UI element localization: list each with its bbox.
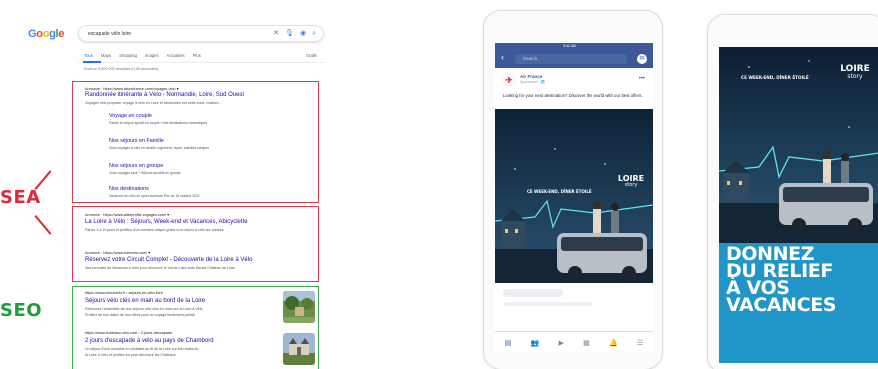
ad-title[interactable]: Réservez votre Circuit Complet - Découve… [85,257,252,263]
messenger-icon[interactable]: ✉ [637,54,647,64]
sitelink-desc: Vous voyagez seul ? Séjours sportifs en … [109,171,181,175]
search-input[interactable]: escapade vélo loire ✕ 🎙 ◉ ⌕ [78,25,324,42]
search-tabs: Tous Maps Shopping Images Actualités Plu… [84,53,317,58]
sitelink-desc: Vacances en vélo en sport aventure Prix … [109,194,200,198]
search-icon[interactable]: ⌕ [312,30,316,37]
google-logo[interactable]: Google [28,28,64,40]
story-headline: DONNEZ DU RELIEF À VOS VACANCES [726,245,837,316]
loire-story-logo: LOIRE story [616,175,646,188]
air-france-logo-icon[interactable]: ✈ [503,74,515,86]
headline-line: VACANCES [726,294,837,316]
organic-title[interactable]: 2 jours d'escapade à vélo au pays de Cha… [85,338,214,344]
facebook-top-bar: ‹ Search ✉ [495,50,653,68]
status-time: 9:41 AM [563,44,576,48]
result-thumbnail[interactable] [283,333,315,365]
organic-url[interactable]: https://www.chateaux-velo.com › 2-jours-… [85,331,172,335]
active-tab-indicator [83,61,101,63]
facebook-screen: 9:41 AM ‹ Search ✉ ✈ Air France Sponsore… [495,43,653,353]
advertiser-name[interactable]: Air France [520,74,545,79]
tab-maps[interactable]: Maps [101,53,111,58]
ad-title[interactable]: La Loire à Vélo : Séjours, Week-end et V… [85,219,248,225]
camera-icon[interactable]: ◉ [300,30,306,37]
post-text: Looking for your next destination? Disco… [503,93,643,98]
ad-title[interactable]: Randonnée itinérante à Vélo - Normandie,… [85,92,244,98]
sitelink-desc: Partez en séjour sportif en couple ! Nos… [109,121,208,125]
brand-line: story [847,73,863,80]
logo-letter: e [58,28,65,40]
menu-icon[interactable]: ☰ [637,339,643,347]
sitelink-title[interactable]: Nos destinations [109,186,149,192]
post-header: ✈ Air France Sponsored · 🌐 [503,74,545,86]
groups-icon[interactable]: 👥 [531,339,540,347]
brand-line: story [624,182,638,188]
ad-tagline: CE WEEK-END, DÎNER ÉTOILÉ [527,189,592,194]
organic-url[interactable]: https://www.loireavelo.fr › séjours-en-v… [85,291,163,295]
ad-description: Voyagez vélo proposer voyage à vélo en L… [85,101,222,105]
tab-more[interactable]: Plus [193,53,201,58]
sitelink-desc: Vous voyagez à vélo en famille Logement,… [109,146,209,150]
back-arrow-icon[interactable]: ‹ [501,52,504,62]
organic-description: la Loire à Vélo et profitez en pour déco… [85,353,176,357]
notifications-icon[interactable]: 🔔 [609,339,618,347]
more-options-icon[interactable]: ••• [639,76,645,82]
comment-placeholder [503,302,593,306]
post-footer: ▤ 👥 ▶ ▦ 🔔 ☰ [495,283,653,353]
garden-thumbnail-image [283,291,315,323]
ad-description: Partez 3 à 10 jours et profitez d'un mom… [85,228,224,232]
story-screen: CE WEEK-END, DÎNER ÉTOILÉ LOIRE story DO… [719,47,878,363]
tab-news[interactable]: Actualités [167,53,185,58]
close-icon[interactable]: ✕ [273,30,279,37]
result-count: Environ 5 600 000 résultats (0,45 second… [84,67,159,71]
tab-all[interactable]: Tous [84,53,93,58]
ad-url[interactable]: Annonce · https://www.aboutfrance.com/vo… [85,86,179,91]
watch-icon[interactable]: ▶ [559,339,564,347]
story-creative-image[interactable]: CE WEEK-END, DÎNER ÉTOILÉ LOIRE story [719,47,878,243]
sitelink-title[interactable]: Nos séjours en groupe [109,163,163,169]
organic-description: Profitez de nos dates de nos offres pour… [85,313,195,317]
microphone-icon[interactable]: 🎙 [285,30,294,37]
ad-url[interactable]: Annonce · https://www.alterprofile.voyag… [85,212,169,217]
organic-title[interactable]: Séjours vélo clés en main au bord de la … [85,298,205,304]
ad-url[interactable]: Annonce · https://www.loirevelo.com/ ▾ [85,250,150,255]
facebook-search-input[interactable]: Search [515,54,627,64]
organic-description: Retrouvez l'ensemble de nos séjours vélo… [85,307,204,311]
status-bar: 9:41 AM [495,43,653,50]
ad-tagline: CE WEEK-END, DÎNER ÉTOILÉ [741,75,809,80]
result-thumbnail[interactable] [283,291,315,323]
search-placeholder: Search [523,56,538,61]
reactions-placeholder [503,289,563,297]
sea-label: SEA [0,187,41,208]
tab-shopping[interactable]: Shopping [119,53,137,58]
google-serp: Google escapade vélo loire ✕ 🎙 ◉ ⌕ Tous … [20,18,325,369]
sponsored-label: Sponsored · 🌐 [520,80,546,84]
marketplace-icon[interactable]: ▦ [583,339,590,347]
seo-label: SEO [0,300,43,321]
organic-description: Un séjour d'une semaine en pédalant au f… [85,347,199,351]
search-query: escapade vélo loire [88,31,132,37]
phone-story: CE WEEK-END, DÎNER ÉTOILÉ LOIRE story DO… [707,14,878,369]
news-feed-icon[interactable]: ▤ [505,339,512,347]
organic-results-block: https://www.loireavelo.fr › séjours-en-v… [72,286,319,369]
tools-button[interactable]: Outils [306,53,317,58]
tab-images[interactable]: Images [145,53,159,58]
ad-creative-image[interactable]: CE WEEK-END, DÎNER ÉTOILÉ LOIRE story [495,109,653,283]
sitelink-title[interactable]: Nos séjours en Famille [109,138,164,144]
paid-ad-block-2: Annonce · https://www.alterprofile.voyag… [72,206,319,282]
ad-description: Nos formules de Vacances à Vélo pour déc… [85,266,235,270]
comparison-figure: Google escapade vélo loire ✕ 🎙 ◉ ⌕ Tous … [0,0,878,369]
loire-story-logo: LOIRE story [837,65,873,80]
night-van-illustration [495,109,653,283]
chateau-thumbnail-image [283,333,315,365]
phone-facebook: 9:41 AM ‹ Search ✉ ✈ Air France Sponsore… [483,10,663,369]
paid-ad-block-1: Annonce · https://www.aboutfrance.com/vo… [72,81,319,203]
tabs-divider [78,62,325,63]
sitelink-title[interactable]: Voyage en couple [109,113,152,119]
bottom-navigation: ▤ 👥 ▶ ▦ 🔔 ☰ [495,331,653,353]
